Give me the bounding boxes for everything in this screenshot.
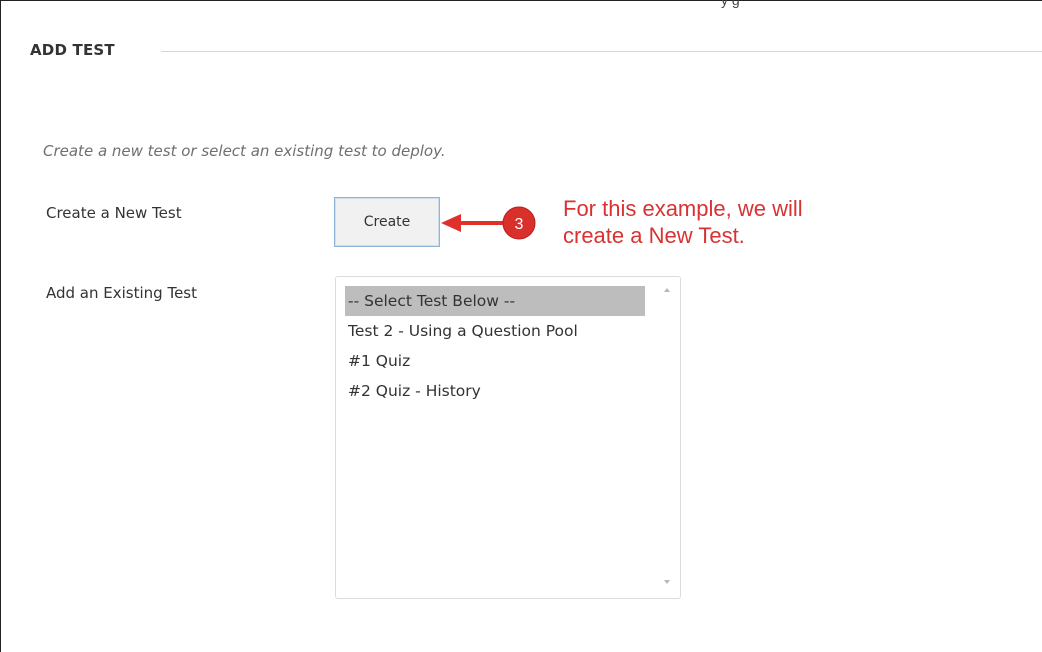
annotation-text: For this example, we will create a New T… [563, 195, 803, 249]
annotation-line-1: For this example, we will [563, 196, 803, 221]
scroll-up-arrow-icon[interactable] [664, 288, 670, 292]
annotation-line-2: create a New Test. [563, 223, 745, 248]
annotation-step-number: 3 [515, 216, 524, 233]
create-button[interactable]: Create [334, 197, 440, 247]
annotation-arrow-icon: 3 [441, 206, 536, 240]
test-option-question-pool[interactable]: Test 2 - Using a Question Pool [345, 316, 645, 346]
test-option-quiz-1[interactable]: #1 Quiz [345, 346, 645, 376]
section-title: ADD TEST [30, 41, 115, 59]
add-existing-test-label: Add an Existing Test [46, 284, 197, 302]
create-new-test-label: Create a New Test [46, 204, 182, 222]
existing-test-listbox[interactable]: -- Select Test Below -- Test 2 - Using a… [335, 276, 681, 599]
clipped-top-text: y g [721, 0, 740, 8]
scroll-down-arrow-icon[interactable] [664, 580, 670, 584]
section-divider [161, 51, 1042, 52]
test-option-select-placeholder[interactable]: -- Select Test Below -- [345, 286, 645, 316]
test-option-quiz-2-history[interactable]: #2 Quiz - History [345, 376, 645, 406]
page-frame: y g ADD TEST Create a new test or select… [0, 0, 1042, 652]
instructions-text: Create a new test or select an existing … [43, 142, 446, 160]
